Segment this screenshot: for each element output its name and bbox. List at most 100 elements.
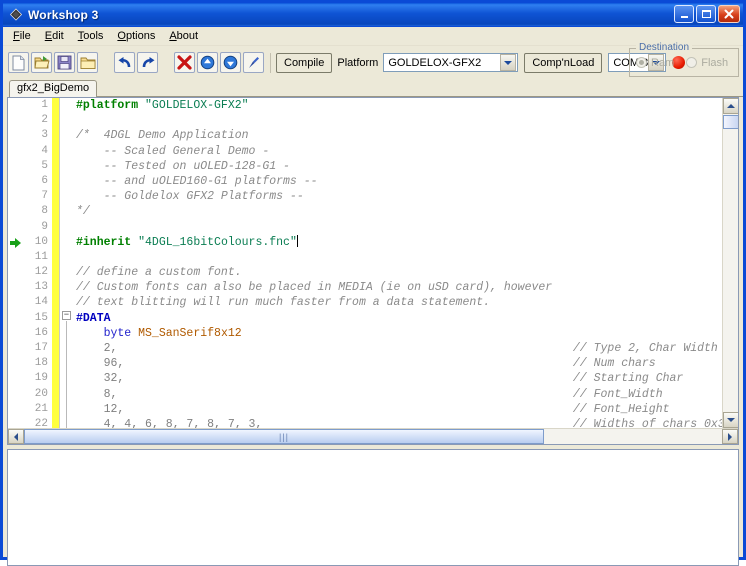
output-pane[interactable]	[7, 449, 739, 566]
code-line[interactable]: byte MS_SanSerif8x12	[76, 326, 722, 341]
code-line[interactable]: #inherit "4DGL_16bitColours.fnc"	[76, 234, 722, 250]
code-line[interactable]: */	[76, 204, 722, 219]
platform-select-value: GOLDELOX-GFX2	[388, 56, 482, 69]
open-file-button[interactable]	[31, 52, 52, 73]
code-token: -- Scaled General Demo -	[76, 144, 270, 158]
new-file-button[interactable]	[8, 52, 29, 73]
code-line[interactable]	[76, 250, 722, 265]
window-title: Workshop 3	[28, 7, 99, 22]
maximize-button[interactable]	[696, 5, 716, 23]
text-caret	[296, 234, 298, 247]
code-line[interactable]	[76, 113, 722, 128]
save-all-button[interactable]	[77, 52, 98, 73]
code-line[interactable]: /* 4DGL Demo Application	[76, 128, 722, 143]
delete-button[interactable]	[174, 52, 195, 73]
code-line[interactable]	[76, 220, 722, 235]
chevron-down-icon[interactable]	[500, 54, 517, 71]
platform-select[interactable]: GOLDELOX-GFX2	[383, 53, 519, 72]
code-token: 32,	[76, 372, 125, 386]
code-line[interactable]: // text blitting will run much faster fr…	[76, 295, 722, 310]
menu-item-edit[interactable]: Edit	[43, 29, 72, 43]
line-number-value: 7	[41, 190, 48, 203]
blue-up-arrow-icon	[200, 55, 215, 70]
code-line[interactable]: 32, // Starting Char	[76, 371, 722, 386]
code-line[interactable]: // define a custom font.	[76, 265, 722, 280]
code-token: 96,	[76, 357, 125, 371]
scroll-up-button[interactable]	[723, 98, 738, 114]
code-token: #inherit	[76, 235, 139, 249]
compile-button[interactable]: Compile	[276, 52, 333, 73]
code-line[interactable]: -- Goldelox GFX2 Platforms --	[76, 189, 722, 204]
nav-up-button[interactable]	[197, 52, 218, 73]
code-line[interactable]: // Custom fonts can also be placed in ME…	[76, 280, 722, 295]
code-token: 2,	[76, 342, 118, 355]
code-trailing-comment: // Font_Width	[572, 387, 663, 401]
line-number: 22	[8, 417, 48, 428]
code-text[interactable]: #platform "GOLDELOX-GFX2" /* 4DGL Demo Ap…	[52, 98, 722, 428]
menu-bar: File Edit Tools Options About	[3, 27, 743, 46]
code-line[interactable]: -- Scaled General Demo -	[76, 144, 722, 159]
code-line[interactable]: -- and uOLED160-G1 platforms --	[76, 174, 722, 189]
code-editor-body: 123456789101112131415161718192021222324 …	[8, 98, 738, 428]
code-line[interactable]: 8, // Font_Width	[76, 387, 722, 402]
line-number-value: 9	[41, 220, 48, 233]
line-number-value: 19	[34, 372, 48, 385]
destination-flash-label: Flash	[701, 56, 729, 69]
line-number-value: 2	[41, 114, 48, 127]
horizontal-scroll-track[interactable]: |||	[24, 429, 722, 444]
line-number: 21	[8, 402, 48, 417]
radio-dot-ram	[636, 57, 647, 68]
save-file-button[interactable]	[54, 52, 75, 73]
application-window: Workshop 3 File Edit Tools Options About	[0, 0, 746, 566]
code-trailing-comment: // Num chars	[572, 357, 656, 371]
destination-ram-label: Ram	[651, 56, 675, 69]
line-number-value: 12	[34, 266, 48, 279]
code-token: 12,	[76, 402, 125, 416]
comp-n-load-button[interactable]: Comp'nLoad	[524, 52, 603, 73]
editor-horizontal-scrollbar[interactable]: |||	[8, 428, 738, 444]
code-line[interactable]: 96, // Num chars	[76, 356, 722, 371]
destination-groupbox: Destination Ram Flash	[629, 42, 739, 77]
horizontal-scroll-thumb[interactable]: |||	[24, 429, 544, 444]
menu-item-about[interactable]: About	[167, 29, 206, 43]
code-comment-spacer	[124, 403, 573, 416]
line-number: 9	[8, 220, 48, 235]
editor-vertical-scrollbar[interactable]	[722, 98, 738, 428]
redo-button[interactable]	[137, 52, 158, 73]
floppy-disk-icon	[57, 55, 72, 70]
destination-radio-flash[interactable]: Flash	[686, 57, 728, 69]
menu-item-file[interactable]: File	[11, 29, 39, 43]
scroll-left-button[interactable]	[8, 429, 24, 444]
line-number: 1	[8, 98, 48, 113]
bookmark-button[interactable]	[243, 52, 264, 73]
menu-about-accel: A	[169, 30, 177, 42]
code-line[interactable]: 4, 4, 6, 8, 7, 8, 7, 3, // Widths of cha…	[76, 417, 722, 428]
code-line[interactable]: 12, // Font_Height	[76, 402, 722, 417]
close-button[interactable]	[718, 5, 740, 23]
line-number-value: 22	[34, 417, 48, 428]
code-line[interactable]: #platform "GOLDELOX-GFX2"	[76, 98, 722, 113]
open-folder-icon	[33, 56, 50, 69]
tab-gfx2-bigdemo[interactable]: gfx2_BigDemo	[9, 80, 98, 97]
code-line[interactable]: #DATA	[76, 311, 722, 326]
menu-item-options[interactable]: Options	[115, 29, 163, 43]
scroll-down-icon	[727, 418, 735, 422]
line-number-value: 1	[41, 99, 48, 111]
undo-button[interactable]	[114, 52, 135, 73]
nav-down-button[interactable]	[220, 52, 241, 73]
code-surface[interactable]: 123456789101112131415161718192021222324 …	[8, 98, 722, 428]
menu-about-rest: bout	[176, 30, 199, 42]
code-line[interactable]: -- Tested on uOLED-128-G1 -	[76, 159, 722, 174]
scroll-right-button[interactable]	[722, 429, 738, 444]
vertical-scroll-thumb[interactable]	[723, 115, 738, 129]
menu-item-tools[interactable]: Tools	[76, 29, 112, 43]
minimize-button[interactable]	[674, 5, 694, 23]
code-token: "4DGL_16bitColours.fnc"	[138, 235, 297, 249]
code-line[interactable]: 2, // Type 2, Char Width preceeds ch	[76, 341, 722, 356]
scroll-down-button[interactable]	[723, 412, 738, 428]
code-token: 4, 4, 6, 8, 7, 8, 7, 3,	[76, 417, 263, 428]
line-number: 15	[8, 311, 48, 326]
line-number-value: 16	[34, 326, 48, 339]
title-bar: Workshop 3	[3, 3, 743, 27]
destination-radio-ram[interactable]: Ram	[636, 57, 674, 69]
